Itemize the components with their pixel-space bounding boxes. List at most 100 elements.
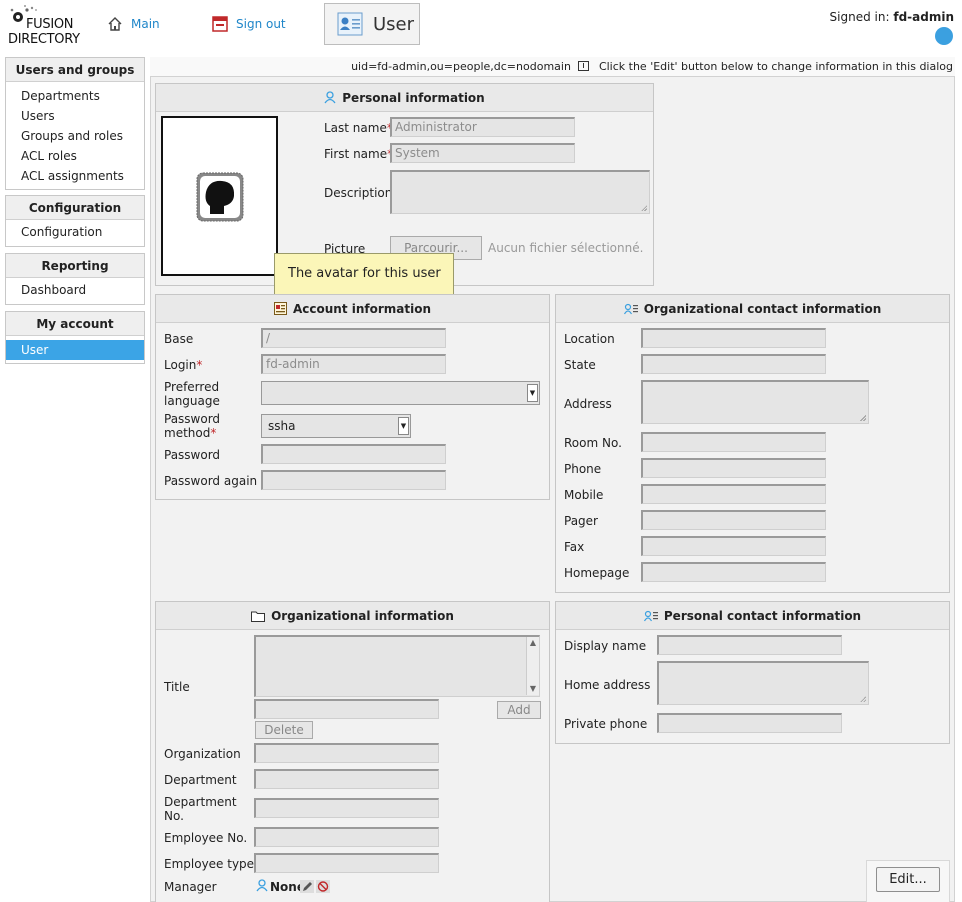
menu-section-my-account: My account User <box>5 311 145 364</box>
state-input[interactable] <box>641 354 826 374</box>
mobile-input[interactable] <box>641 484 826 504</box>
room-no-label: Room No. <box>564 436 622 450</box>
sidebar-item-acl-assignments[interactable]: ACL assignments <box>6 166 144 186</box>
description-label: Description <box>324 186 393 200</box>
header: FUSION DIRECTORY Main Sign out User Sign… <box>0 0 962 56</box>
panel-header: Organizational information <box>156 602 549 630</box>
state-label: State <box>564 358 596 372</box>
session-timer-icon <box>935 27 953 45</box>
signed-in-user: fd-admin <box>893 10 954 24</box>
description-textarea[interactable] <box>390 170 650 214</box>
address-textarea[interactable] <box>641 380 869 424</box>
sidebar-item-dashboard[interactable]: Dashboard <box>6 280 144 300</box>
password-method-select[interactable]: ssha ▼ <box>261 414 411 438</box>
first-name-input[interactable]: System <box>390 143 575 163</box>
preferred-language-label: Preferred language <box>164 380 220 408</box>
nav-signout-label: Sign out <box>236 17 286 31</box>
mobile-label: Mobile <box>564 488 604 502</box>
first-name-label: First name* <box>324 147 393 161</box>
nav-signout-link[interactable]: Sign out <box>212 16 286 32</box>
address-label: Address <box>564 397 612 411</box>
employee-type-input[interactable] <box>254 853 439 873</box>
department-no-label-line1: Department <box>164 795 237 809</box>
add-button[interactable]: Add <box>497 701 541 719</box>
panel-header: Account information <box>156 295 549 323</box>
login-label-text: Login <box>164 358 197 372</box>
chevron-down-icon: ▼ <box>398 417 409 435</box>
password-method-label-line2: method <box>164 426 211 440</box>
fax-input[interactable] <box>641 536 826 556</box>
nav-main-link[interactable]: Main <box>107 16 160 32</box>
avatar-tooltip: The avatar for this user <box>274 253 454 295</box>
menu-section-title: Users and groups <box>6 58 144 82</box>
folder-icon <box>251 611 266 622</box>
dn-text: uid=fd-admin,ou=people,dc=nodomain <box>351 60 571 73</box>
login-input[interactable]: fd-admin <box>261 354 446 374</box>
avatar-image[interactable] <box>161 116 278 276</box>
info-bar: uid=fd-admin,ou=people,dc=nodomain Click… <box>150 57 955 77</box>
signout-icon <box>212 16 228 32</box>
first-name-label-text: First name <box>324 147 388 161</box>
sidebar-item-user[interactable]: User <box>6 340 144 360</box>
title-add-input[interactable] <box>254 699 439 719</box>
signed-in-label: Signed in: <box>829 10 890 24</box>
menu-section-title: Reporting <box>6 254 144 278</box>
delete-button[interactable]: Delete <box>255 721 313 739</box>
password-input[interactable] <box>261 444 446 464</box>
department-input[interactable] <box>254 769 439 789</box>
department-label: Department <box>164 773 237 787</box>
department-no-label-line2: No. <box>164 809 184 823</box>
remove-icon[interactable] <box>316 880 330 893</box>
home-address-label: Home address <box>564 678 651 692</box>
logo-text: FUSION DIRECTORY <box>8 17 80 47</box>
panel-header: Personal information <box>156 84 653 112</box>
menu-section-reporting: Reporting Dashboard <box>5 253 145 305</box>
organization-label: Organization <box>164 747 241 761</box>
resize-grip[interactable] <box>860 696 866 702</box>
password-method-value: ssha <box>268 419 296 433</box>
sidebar-item-acl-roles[interactable]: ACL roles <box>6 146 144 166</box>
preferred-language-label-line2: language <box>164 394 220 408</box>
sidebar-item-users[interactable]: Users <box>6 106 144 126</box>
private-phone-input[interactable] <box>657 713 842 733</box>
preferred-language-label-line1: Preferred <box>164 380 220 394</box>
fax-label: Fax <box>564 540 585 554</box>
home-address-textarea[interactable] <box>657 661 869 705</box>
user-tab[interactable]: User <box>324 3 420 45</box>
department-no-label: Department No. <box>164 795 237 823</box>
last-name-input[interactable]: Administrator <box>390 117 575 137</box>
edit-pencil-icon[interactable] <box>300 880 314 893</box>
base-input[interactable]: / <box>261 328 446 348</box>
homepage-label: Homepage <box>564 566 630 580</box>
last-name-label-text: Last name <box>324 121 387 135</box>
department-no-input[interactable] <box>254 798 439 818</box>
panel-title: Personal contact information <box>663 608 862 623</box>
menu-section-users-and-groups: Users and groups Departments Users Group… <box>5 57 145 190</box>
display-name-input[interactable] <box>657 635 842 655</box>
scroll-down-icon: ▼ <box>529 684 537 693</box>
scrollbar[interactable]: ▲ ▼ <box>526 637 539 695</box>
location-input[interactable] <box>641 328 826 348</box>
sidebar-item-configuration[interactable]: Configuration <box>6 222 144 242</box>
manager-person-icon <box>256 879 268 892</box>
logo-line-2: DIRECTORY <box>8 32 80 47</box>
logo-line-1: FUSION <box>26 17 74 32</box>
edit-button[interactable]: Edit... <box>876 867 940 892</box>
sidebar-item-departments[interactable]: Departments <box>6 86 144 106</box>
room-no-input[interactable] <box>641 432 826 452</box>
title-list[interactable]: ▲ ▼ <box>254 635 540 697</box>
employee-no-input[interactable] <box>254 827 439 847</box>
resize-grip[interactable] <box>860 415 866 421</box>
sidebar-item-groups-and-roles[interactable]: Groups and roles <box>6 126 144 146</box>
homepage-input[interactable] <box>641 562 826 582</box>
last-name-label: Last name* <box>324 121 393 135</box>
password-method-label: Password method* <box>164 412 221 440</box>
password-again-input[interactable] <box>261 470 446 490</box>
resize-grip[interactable] <box>641 205 647 211</box>
pager-input[interactable] <box>641 510 826 530</box>
phone-input[interactable] <box>641 458 826 478</box>
phone-label: Phone <box>564 462 602 476</box>
preferred-language-select[interactable]: ▼ <box>261 381 540 405</box>
panel-title: Organizational contact information <box>643 301 882 316</box>
organization-input[interactable] <box>254 743 439 763</box>
